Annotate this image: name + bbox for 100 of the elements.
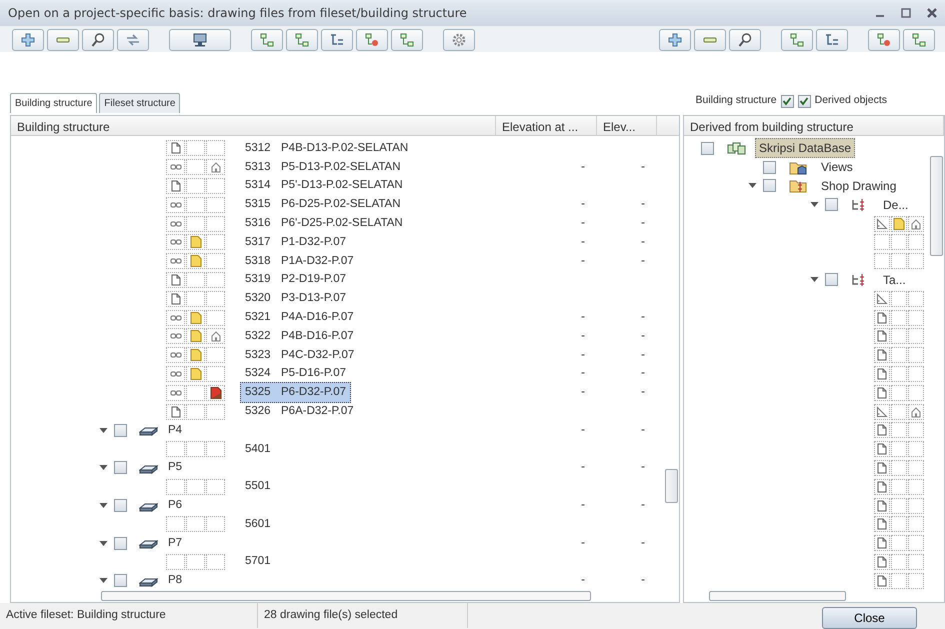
scrollbar-thumb[interactable] <box>665 469 678 503</box>
status-slot[interactable] <box>166 404 185 420</box>
tree-checkbox[interactable] <box>114 461 127 474</box>
level-label[interactable]: P7 <box>168 534 182 552</box>
status-slot[interactable] <box>166 328 185 344</box>
status-slot[interactable] <box>166 216 185 232</box>
tab[interactable]: Fileset structure <box>99 93 180 113</box>
toolbar-button[interactable] <box>659 28 691 50</box>
tree-checkbox[interactable] <box>763 160 776 174</box>
column-header[interactable]: Elevation at ... <box>496 116 597 135</box>
tree-node[interactable]: Shop Drawing <box>817 176 900 196</box>
filter-checkbox[interactable] <box>780 94 794 108</box>
file-name[interactable]: 5317 P1-D32-P.07 <box>240 232 351 254</box>
status-slot[interactable] <box>874 404 890 420</box>
status-slot[interactable] <box>874 516 890 532</box>
toolbar-button[interactable] <box>286 28 318 50</box>
column-header[interactable]: Derived from building structure <box>684 116 944 135</box>
file-name[interactable]: 5315 P6-D25-P.02-SELATAN <box>240 194 406 216</box>
close-button[interactable]: Close <box>822 607 917 629</box>
caret-icon[interactable] <box>810 275 818 284</box>
toolbar-button[interactable] <box>356 28 388 50</box>
close-icon[interactable] <box>927 8 937 18</box>
file-name[interactable]: 5326 P6A-D32-P.07 <box>240 400 359 422</box>
column-header[interactable]: Building structure <box>11 116 496 135</box>
file-name[interactable]: 5319 P2-D19-P.07 <box>240 269 351 291</box>
tree-checkbox[interactable] <box>114 499 127 512</box>
filter-checkbox[interactable] <box>798 94 811 108</box>
file-name[interactable]: 5314 P5'-D13-P.02-SELATAN <box>240 175 408 197</box>
tree-checkbox[interactable] <box>114 424 127 437</box>
tree-checkbox[interactable] <box>763 179 776 192</box>
status-slot[interactable] <box>908 404 924 420</box>
tree-checkbox[interactable] <box>114 574 127 588</box>
status-slot[interactable] <box>166 366 185 382</box>
tree-node[interactable]: Skripsi DataBase <box>755 138 856 158</box>
status-slot[interactable] <box>874 290 890 307</box>
status-slot[interactable] <box>166 310 185 326</box>
level-label[interactable]: P6 <box>168 496 182 514</box>
toolbar-button[interactable] <box>729 28 761 50</box>
status-slot[interactable] <box>874 441 890 458</box>
file-name[interactable]: 5701 <box>240 551 286 573</box>
file-name[interactable]: 5322 P4B-D16-P.07 <box>240 326 359 347</box>
status-slot[interactable] <box>874 498 890 514</box>
file-name[interactable]: 5501 <box>240 476 286 498</box>
file-name[interactable]: 5401 <box>240 438 286 460</box>
toolbar-button[interactable] <box>816 28 848 50</box>
status-slot[interactable] <box>166 272 185 288</box>
column-header[interactable]: Elev... <box>597 116 657 135</box>
file-name[interactable]: 5323 P4C-D32-P.07 <box>240 344 360 366</box>
status-slot[interactable] <box>166 384 185 401</box>
file-name[interactable]: 5318 P1A-D32-P.07 <box>240 250 359 272</box>
status-slot[interactable] <box>206 159 225 176</box>
caret-icon[interactable] <box>99 426 108 435</box>
scrollbar-thumb[interactable] <box>101 590 591 600</box>
tree-checkbox[interactable] <box>114 536 127 550</box>
toolbar-button[interactable] <box>903 28 935 50</box>
caret-icon[interactable] <box>748 181 756 190</box>
caret-icon[interactable] <box>99 501 108 510</box>
status-slot[interactable] <box>206 384 225 401</box>
file-name[interactable]: 5312 P4B-D13-P.02-SELATAN <box>240 138 414 160</box>
status-slot[interactable] <box>908 216 924 232</box>
toolbar-button[interactable] <box>117 28 149 50</box>
level-label[interactable]: P8 <box>168 572 182 589</box>
status-slot[interactable] <box>206 328 225 344</box>
status-slot[interactable] <box>166 178 185 194</box>
status-slot[interactable] <box>166 290 185 307</box>
toolbar-button[interactable] <box>169 28 231 50</box>
caret-icon[interactable] <box>99 463 108 472</box>
tree-node[interactable]: De... <box>879 194 912 215</box>
toolbar-button[interactable] <box>251 28 283 50</box>
tab[interactable]: Building structure <box>10 93 98 113</box>
status-slot[interactable] <box>874 216 890 232</box>
file-name[interactable]: 5320 P3-D13-P.07 <box>240 288 351 310</box>
toolbar-button[interactable] <box>391 28 423 50</box>
status-slot[interactable] <box>166 347 185 364</box>
caret-icon[interactable] <box>99 576 108 586</box>
status-slot[interactable] <box>166 234 185 250</box>
status-slot[interactable] <box>874 328 890 344</box>
file-name[interactable]: 5321 P4A-D16-P.07 <box>240 306 359 328</box>
status-slot[interactable] <box>874 366 890 382</box>
toolbar-button[interactable] <box>443 28 475 50</box>
status-slot[interactable] <box>874 535 890 552</box>
tree-checkbox[interactable] <box>701 142 714 155</box>
file-name[interactable]: 5324 P5-D16-P.07 <box>240 363 351 385</box>
status-slot[interactable] <box>166 253 185 270</box>
tree-checkbox[interactable] <box>825 273 838 286</box>
toolbar-button[interactable] <box>82 28 114 50</box>
maximize-icon[interactable] <box>901 8 911 18</box>
file-name[interactable]: 5601 <box>240 514 286 535</box>
status-slot[interactable] <box>874 478 890 495</box>
tree-checkbox[interactable] <box>825 198 838 212</box>
toolbar-button[interactable] <box>321 28 353 50</box>
toolbar-button[interactable] <box>694 28 726 50</box>
caret-icon[interactable] <box>810 200 818 210</box>
status-slot[interactable] <box>874 572 890 589</box>
file-name[interactable]: 5313 P5-D13-P.02-SELATAN <box>240 156 406 178</box>
scrollbar-thumb[interactable] <box>709 590 846 600</box>
toolbar-button[interactable] <box>781 28 813 50</box>
toolbar-button[interactable] <box>12 28 44 50</box>
status-slot[interactable] <box>874 554 890 570</box>
status-slot[interactable] <box>874 347 890 364</box>
